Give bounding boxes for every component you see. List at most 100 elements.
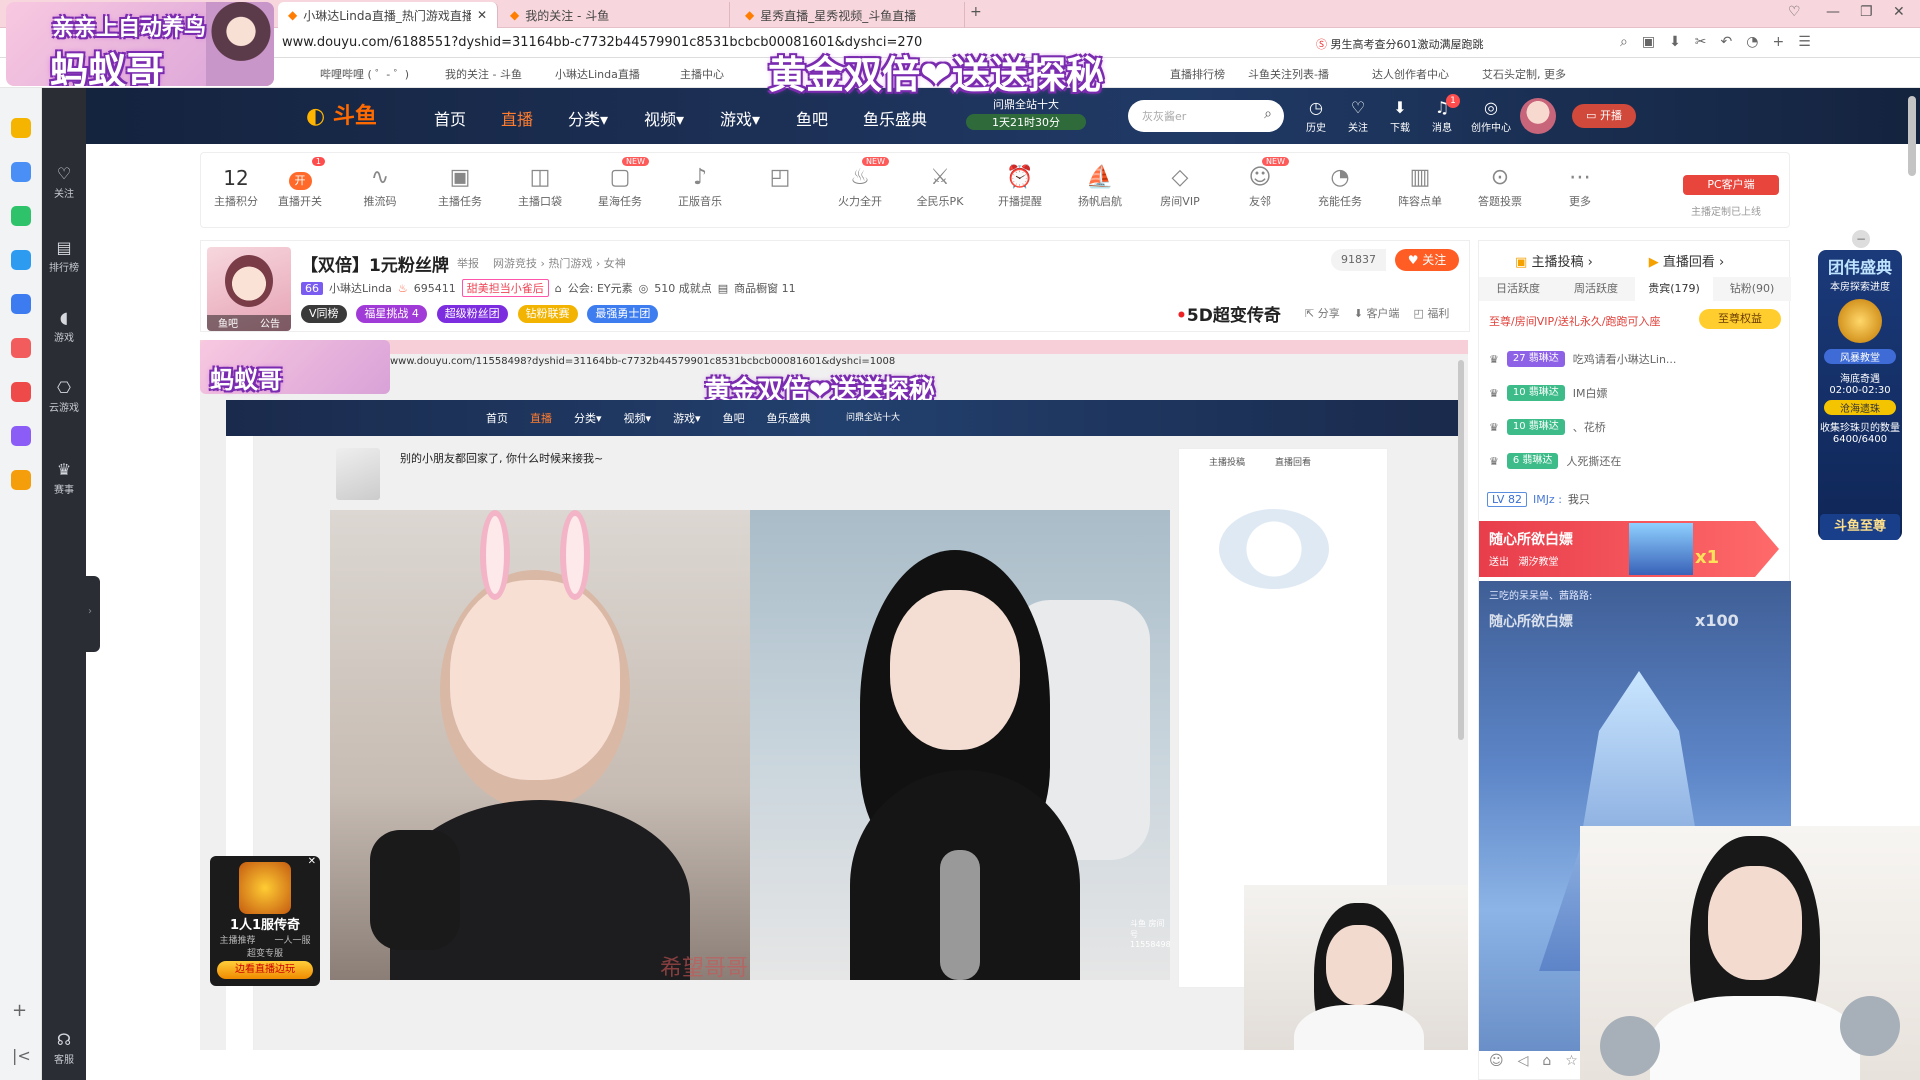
client-button[interactable]: ⬇ 客户端 [1354,305,1400,321]
event-widget[interactable]: 团伟盛典 本房探索进度 风暴教堂 海底奇遇 02:00-02:30 沧海遗珠 收… [1818,250,1902,540]
cloud-icon[interactable] [11,294,31,314]
tool-room-vip[interactable]: ◇ 房间VIP [1145,163,1215,209]
ad-play-button[interactable]: 边看直播边玩 [217,961,313,979]
browser-tab[interactable]: ◆ 我的关注 - 斗鱼 [500,2,730,28]
vip-row[interactable]: ♛ 27 翡琳达 吃鸡请看小琳达Lin... [1489,351,1676,367]
bookmark-item[interactable]: 艾石头定制, 更多 [1482,66,1566,82]
rank-tab-diamond[interactable]: 钻粉(90) [1713,277,1791,301]
sidenav-service[interactable]: ☊ 客服 [42,1030,86,1066]
nav-home[interactable]: 首页 [434,106,466,130]
live-switch[interactable]: 开 直播开关 1 [265,157,335,209]
minimize-widget-icon[interactable]: − [1852,230,1870,248]
anchor-name[interactable]: 小琳达Linda [329,280,392,296]
toggle-switch[interactable]: 开 [288,172,312,190]
bookmark-item[interactable]: 达人创作者中心 [1372,66,1449,82]
vip-row[interactable]: ♛ 10 翡琳达 IM白嫖 [1489,385,1608,401]
bookmark-item[interactable]: 斗鱼关注列表-播 [1248,66,1329,82]
video-player[interactable]: www.douyu.com/11558498?dyshid=31164bb-c7… [200,340,1468,1050]
close-icon[interactable]: ✕ [477,8,487,22]
inner-scrollbar[interactable] [1458,360,1464,740]
tool-vote[interactable]: ⊙ 答题投票 [1465,163,1535,209]
tool-sail[interactable]: ⛵ 扬帆启航 [1065,163,1135,209]
vip-row[interactable]: ♛ 6 翡琳达 人死撕还在 [1489,453,1621,469]
follow-button[interactable]: ♡ 关注 [1338,98,1378,134]
nav-festival[interactable]: 鱼乐盛典 [863,106,927,130]
star-icon[interactable]: ☆ [1565,1053,1578,1069]
douyu-supreme-badge[interactable]: 斗鱼至尊 [1820,514,1900,540]
tool-firepower[interactable]: ♨ 火力全开 NEW [825,157,895,209]
browser-toolbar-icons[interactable]: ⌕▣⬇✂↶◔+☰ [1620,34,1825,50]
douyu-logo[interactable]: ◐ 斗鱼 [306,98,377,130]
search-input[interactable]: 灰灰酱er ⌕ [1128,100,1284,132]
event-badge[interactable]: 问鼎全站十大 1天21时30分 [966,96,1086,130]
tool-gift[interactable]: ◰ [745,163,815,193]
sidenav-games[interactable]: ◖ 游戏 [42,308,86,344]
megaphone-icon[interactable]: ◁ [1518,1053,1529,1069]
add-icon[interactable]: + [12,1000,27,1021]
browser-tab[interactable]: ◆ 星秀直播_星秀视频_斗鱼直播 [735,2,965,28]
emoji-icon[interactable]: ☺ [1489,1053,1504,1069]
welfare-button[interactable]: ◰ 福利 [1413,305,1449,321]
close-window-button[interactable]: ✕ [1893,4,1905,20]
pill-warrior[interactable]: 最强勇士团 [587,305,659,323]
tool-pk[interactable]: ⚔ 全民乐PK [905,163,975,209]
browser-tab-active[interactable]: ◆ 小琳达Linda直播_热门游戏直播_斗鱼 ✕ [278,2,498,28]
bookmark-item[interactable]: 主播中心 [680,66,724,82]
tool-more[interactable]: ⋯ 更多 [1545,163,1615,209]
tool-remind[interactable]: ⏰ 开播提醒 [985,163,1055,209]
tool-music[interactable]: ♪ 正版音乐 [665,163,735,209]
vip-row[interactable]: ♛ 10 翡琳达 、花桥 [1489,419,1606,435]
pill-vlist[interactable]: V同榜 [301,305,347,323]
messages-button[interactable]: ♫ 消息 1 [1422,94,1462,134]
pill-lucky[interactable]: 福星挑战 4 [356,305,427,323]
rank-tab-weekly[interactable]: 周活跃度 [1557,277,1635,301]
rank-tab-daily[interactable]: 日活跃度 [1479,277,1557,301]
vip-benefits-button[interactable]: 至尊权益 [1699,309,1781,329]
bookmark-item[interactable]: 直播排行榜 [1170,66,1225,82]
tool-friends[interactable]: ☺ 友邻 NEW [1225,157,1295,209]
search-app-icon[interactable] [11,470,31,490]
nav-live[interactable]: 直播 [501,106,533,130]
creator-center-button[interactable]: ◎ 创作中心 [1466,98,1516,134]
sidenav-cloudgame[interactable]: ⎔ 云游戏 [42,378,86,414]
game-ad-card[interactable]: 1人1服传奇 主播推荐 一人一服 超变专服 边看直播边玩 ✕ [210,856,320,986]
tab-submissions[interactable]: ▣ 主播投稿 › [1515,251,1593,270]
bookmark-item[interactable]: 小琳达Linda直播 [555,66,640,82]
page-scrollbar[interactable] [1908,96,1916,176]
notice-link[interactable]: 公告 [260,315,280,331]
anchor-avatar[interactable]: 鱼吧 公告 [207,247,291,331]
bookmark-item[interactable]: 哔哩哔哩 ( ゜- ゜) [320,66,409,82]
sidenav-esports[interactable]: ♛ 赛事 [42,460,86,496]
tab-replay[interactable]: ▶ 直播回看 › [1649,251,1724,270]
nav-yuba[interactable]: 鱼吧 [796,106,828,130]
user-avatar[interactable] [1520,98,1556,134]
sidenav-toggle[interactable]: › [84,576,100,652]
pdf-icon[interactable] [11,382,31,402]
search-icon[interactable]: ⌕ [1264,106,1272,122]
sidenav-rank[interactable]: ▤ 排行榜 [42,238,86,274]
shop-window[interactable]: 商品橱窗 11 [734,280,796,296]
minimize-button[interactable]: — [1826,4,1840,20]
go-live-button[interactable]: ▭ 开播 [1572,104,1636,128]
tool-starsea[interactable]: ▢ 星海任务 NEW [585,157,655,209]
nav-category[interactable]: 分类▾ [568,106,608,130]
achievements[interactable]: 510 成就点 [654,280,712,296]
new-tab-button[interactable]: + [970,4,982,20]
star-icon[interactable] [11,118,31,138]
pill-fans[interactable]: 超级粉丝团 [436,305,508,323]
pc-client-button[interactable]: PC客户端 [1683,175,1779,195]
house-icon[interactable]: ⌂ [1542,1053,1551,1069]
wechat-icon[interactable] [11,206,31,226]
clock-icon[interactable] [11,162,31,182]
tool-lineup[interactable]: ▥ 阵容点单 [1385,163,1455,209]
download-button[interactable]: ⬇ 下载 [1380,98,1420,134]
pen-icon[interactable] [11,426,31,446]
bookmark-item[interactable]: 我的关注 - 斗鱼 [445,66,522,82]
anchor-tag[interactable]: 甜美担当小雀后 [461,279,549,297]
app-icon[interactable] [11,338,31,358]
nav-game[interactable]: 游戏▾ [720,106,760,130]
tool-charge[interactable]: ◔ 充能任务 [1305,163,1375,209]
maximize-button[interactable]: ❐ [1860,4,1873,20]
guild-label[interactable]: 公会: EY元素 [568,280,633,296]
follow-button[interactable]: ♥ 关注 [1395,249,1459,271]
